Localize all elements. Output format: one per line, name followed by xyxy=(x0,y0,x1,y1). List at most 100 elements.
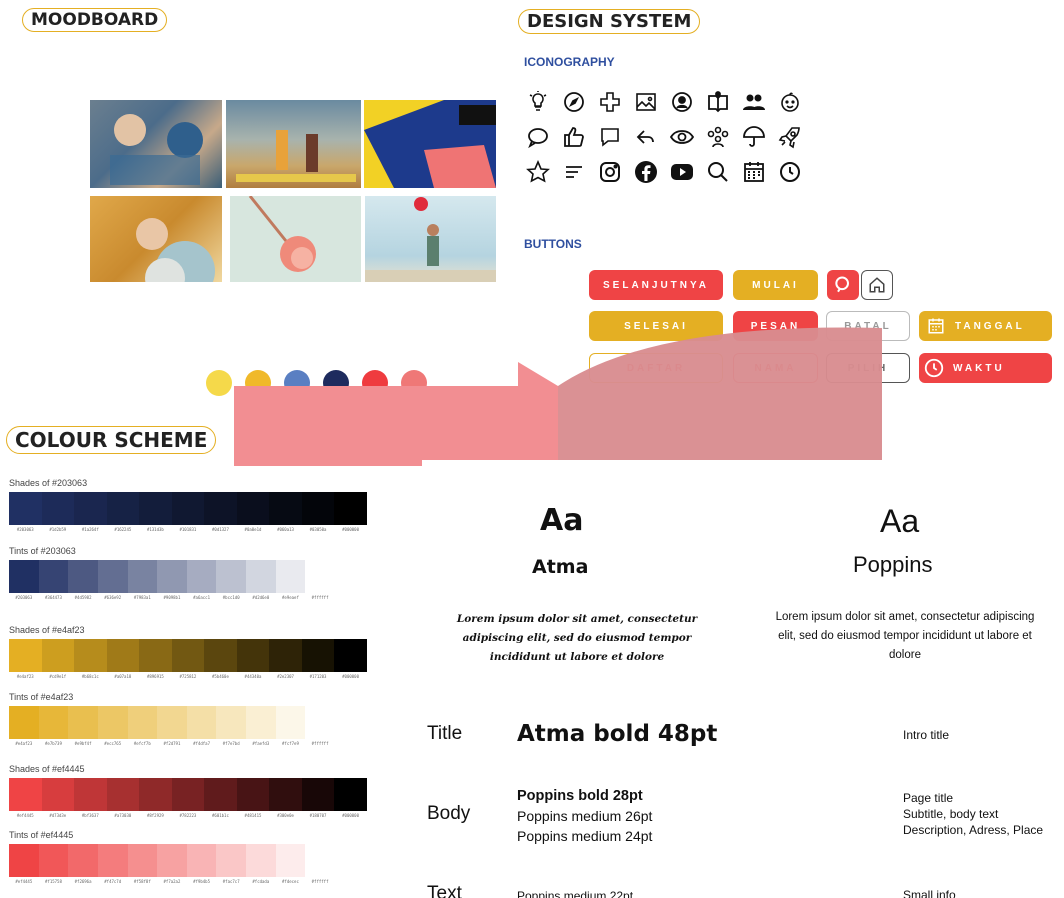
search-button[interactable] xyxy=(827,270,859,300)
hex-code: #b68c1c xyxy=(81,674,99,679)
hex-code: #e9eaef xyxy=(282,595,299,600)
photo-pink-flower xyxy=(230,196,361,282)
hex-code: #8f2929 xyxy=(146,813,164,818)
hex-code: #000000 xyxy=(342,674,359,679)
search-icon xyxy=(835,276,849,293)
color-swatch xyxy=(236,778,270,811)
choose-button[interactable]: PILIH xyxy=(826,353,910,383)
palette-strip xyxy=(9,560,335,593)
finish-button[interactable]: SELESAI xyxy=(589,311,723,341)
hex-code: #f7a2a2 xyxy=(163,879,181,884)
photo-kids-playing-blocks xyxy=(90,100,222,188)
hex-code: #cd9e1f xyxy=(49,674,67,679)
palette-hex-codes: #203063 #364473 #4d5982 #636e92 #7983a1 #9098… xyxy=(9,595,335,600)
eye-icon xyxy=(668,123,696,151)
users-icon xyxy=(740,88,768,116)
palette-label: Shades of #ef4445 xyxy=(9,764,85,774)
name-button[interactable]: NAMA xyxy=(733,353,818,383)
hex-code: #ffffff xyxy=(311,879,329,884)
hex-code: #180707 xyxy=(309,813,327,818)
hex-code: #000000 xyxy=(342,813,359,818)
hex-code: #300e0e xyxy=(277,813,294,818)
lightbulb-icon xyxy=(524,88,552,116)
hex-code: #0d1327 xyxy=(212,527,229,532)
color-dot xyxy=(245,370,271,396)
color-swatch xyxy=(246,844,276,877)
color-swatch xyxy=(269,639,302,672)
photo-abstract-yellow-blue xyxy=(364,100,496,188)
color-swatch xyxy=(38,560,69,593)
hex-code: #ef4445 xyxy=(16,813,34,818)
color-swatch xyxy=(157,844,187,877)
speech-bubble-icon xyxy=(524,123,552,151)
moodboard-title: MOODBOARD xyxy=(22,8,168,32)
color-swatch xyxy=(41,778,75,811)
color-dot xyxy=(284,370,310,396)
color-swatch xyxy=(68,706,98,739)
color-swatch xyxy=(9,492,42,525)
hex-code: #e4af23 xyxy=(16,674,34,679)
order-button[interactable]: PESAN xyxy=(733,311,818,341)
color-swatch xyxy=(157,706,187,739)
star-icon xyxy=(524,158,552,186)
hex-code: #481415 xyxy=(244,813,262,818)
thumbs-up-icon xyxy=(560,123,588,151)
color-swatch xyxy=(68,560,98,593)
cancel-button[interactable]: BATAL xyxy=(826,311,910,341)
color-swatch xyxy=(334,639,367,672)
hex-code: #ffffff xyxy=(311,595,329,600)
hex-code: #9098b1 xyxy=(163,595,181,600)
color-dot xyxy=(401,370,427,396)
hex-code: #060a13 xyxy=(277,527,294,532)
color-swatch xyxy=(38,844,69,877)
color-swatch xyxy=(97,560,128,593)
type-use-text: Small info xyxy=(903,888,956,898)
hex-code: #bf3637 xyxy=(81,813,99,818)
reply-icon xyxy=(632,123,660,151)
palette-label: Tints of #ef4445 xyxy=(9,830,74,840)
search-icon xyxy=(704,158,732,186)
color-swatch xyxy=(127,844,158,877)
palette-strip xyxy=(9,492,367,525)
hex-code: #a6acc1 xyxy=(193,595,210,600)
time-button-label: WAKTU xyxy=(953,362,1005,374)
color-dot xyxy=(206,370,232,396)
color-swatch xyxy=(236,639,270,672)
color-swatch xyxy=(334,778,367,811)
start-button[interactable]: MULAI xyxy=(733,270,818,300)
rocket-icon xyxy=(776,123,804,151)
poppins-lorem: Lorem ipsum dolor sit amet, consectetur … xyxy=(775,611,1035,661)
icon-grid xyxy=(524,88,844,193)
color-swatch xyxy=(275,560,306,593)
next-button[interactable]: SELANJUTNYA xyxy=(589,270,723,300)
type-use-body-line: Subtitle, body text xyxy=(903,807,999,821)
hex-code: #1d2b59 xyxy=(49,527,67,532)
date-button[interactable]: TANGGAL xyxy=(919,311,1052,341)
hex-code: #efcf7b xyxy=(133,741,151,746)
type-spec-title: Atma bold 48pt xyxy=(517,721,718,747)
palette-strip xyxy=(9,778,367,811)
color-dot xyxy=(362,370,388,396)
palette-hex-codes: #203063 #1d2b59 #1a264f #162245 #131d3b #1018… xyxy=(9,527,367,532)
photo-child-wheat-field xyxy=(90,196,222,282)
type-spec-text: Poppins medium 22pt xyxy=(517,889,634,898)
color-swatch xyxy=(305,560,335,593)
palette-hex-codes: #e4af23 #cd9e1f #b68c1c #a07a18 #896915 #7258… xyxy=(9,674,367,679)
time-button[interactable]: WAKTU xyxy=(919,353,1052,383)
poppins-sample-aa: Aa xyxy=(880,503,920,539)
hex-code: #5b460e xyxy=(212,674,229,679)
register-button[interactable]: DAFTAR xyxy=(589,353,723,383)
type-use-body: Page title Subtitle, body text Descripti… xyxy=(903,790,1043,838)
facebook-icon xyxy=(632,158,660,186)
atma-lorem: Lorem ipsum dolor sit amet, consectetur … xyxy=(456,613,698,663)
hex-code: #fdecec xyxy=(282,879,299,884)
color-swatch xyxy=(106,639,140,672)
colour-scheme-title: COLOUR SCHEME xyxy=(6,426,217,454)
type-spec-body-medium-24: Poppins medium 24pt xyxy=(517,828,653,844)
palette-hex-codes: #ef4445 #f15758 #f2696a #f47c7d #f58f8f #f7a2… xyxy=(9,879,335,884)
hex-code: #fcdada xyxy=(252,879,270,884)
moodboard-color-dots xyxy=(206,370,427,396)
open-book-icon xyxy=(704,88,732,116)
home-button[interactable] xyxy=(861,270,893,300)
type-spec-body: Poppins bold 28pt Poppins medium 26pt Po… xyxy=(517,786,652,846)
